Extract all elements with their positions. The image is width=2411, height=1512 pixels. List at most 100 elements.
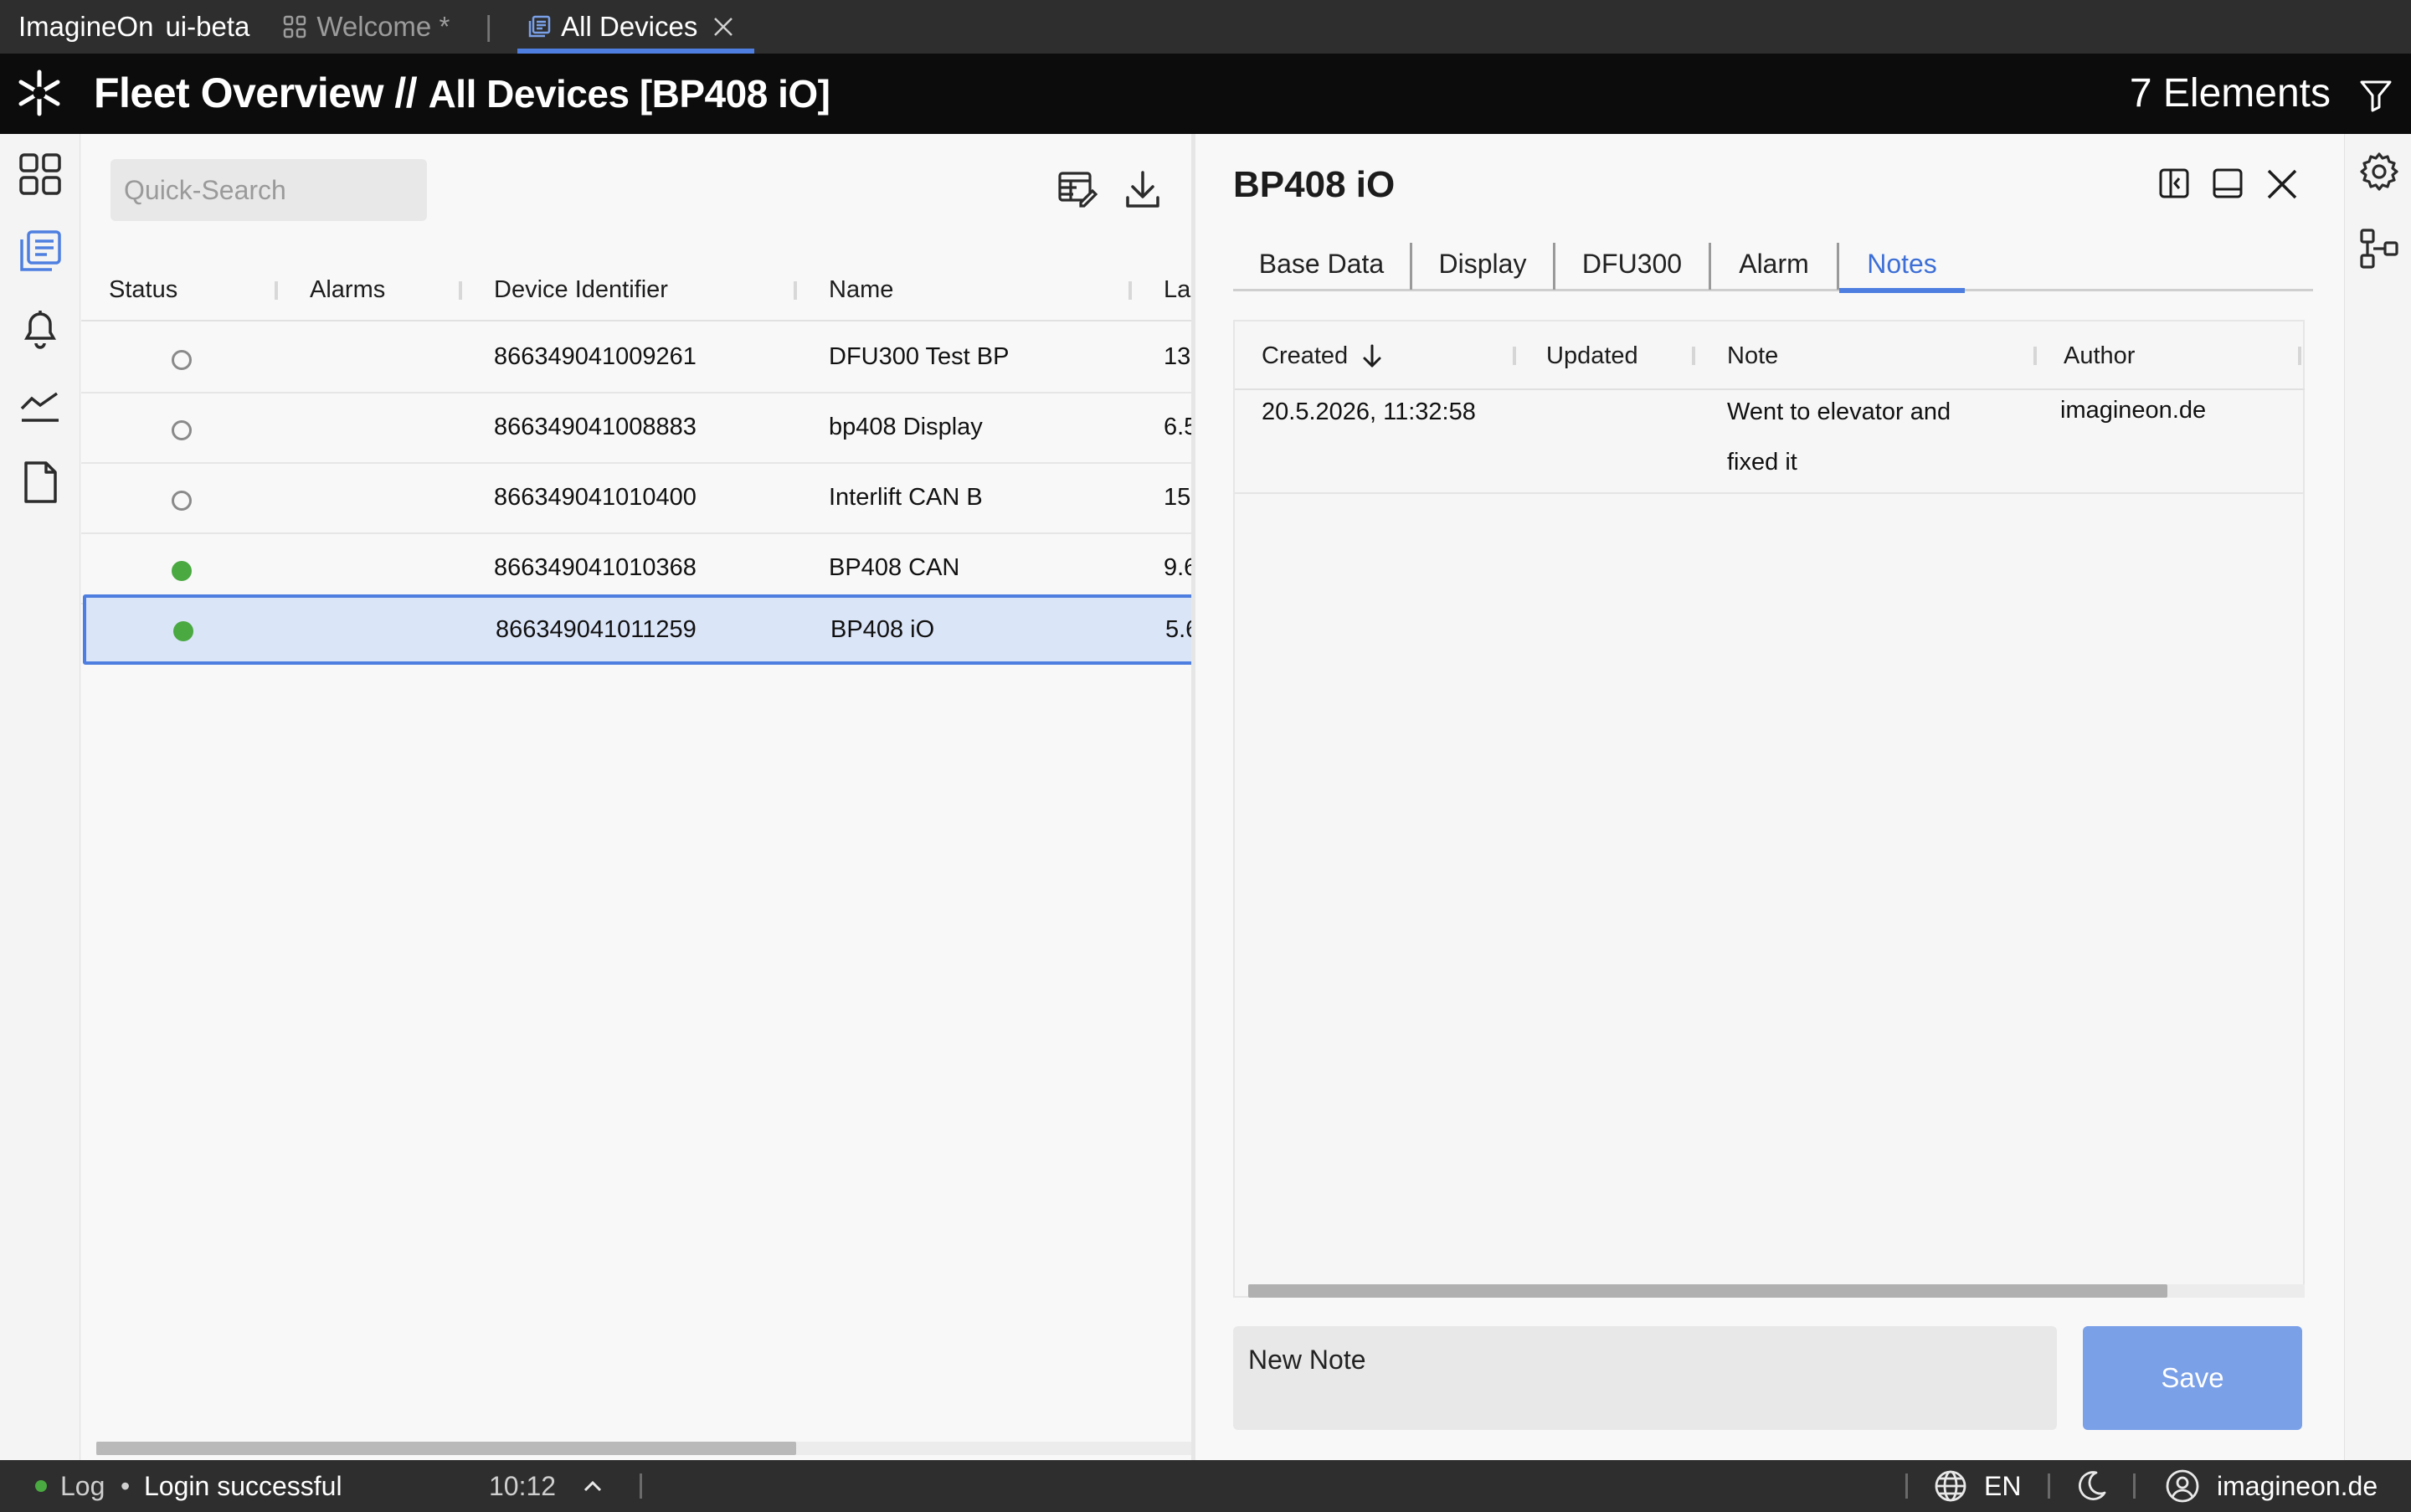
page-title-separator: // (394, 69, 418, 116)
dashboard-icon[interactable] (17, 151, 64, 198)
table-row[interactable]: 866349041009261 DFU300 Test BP 13. (81, 323, 1191, 393)
close-icon[interactable] (2265, 167, 2299, 201)
tab-dfu300[interactable]: DFU300 (1555, 238, 1709, 290)
language-selector[interactable]: EN (1984, 1460, 2021, 1512)
horizontal-scrollbar[interactable] (96, 1442, 1191, 1455)
device-name: BP408 iO (830, 615, 935, 643)
app-name: ImagineOn (18, 11, 154, 42)
status-online-icon (172, 561, 192, 581)
globe-icon[interactable] (1934, 1460, 1967, 1512)
column-resize-handle[interactable] (1692, 347, 1695, 365)
note-text-line1: Went to elevator and (1727, 399, 1951, 425)
right-tool-rail (2344, 134, 2411, 1460)
status-time: 10:12 (489, 1470, 557, 1501)
column-note[interactable]: Note (1727, 321, 1778, 390)
save-button[interactable]: Save (2083, 1326, 2302, 1430)
status-message: Login successful (144, 1470, 342, 1501)
sort-descending-icon[interactable] (1361, 343, 1383, 368)
status-divider (2133, 1473, 2136, 1499)
chevron-up-icon[interactable] (583, 1460, 603, 1512)
table-row[interactable]: 866349041008883 bp408 Display 6.5 (81, 393, 1191, 464)
page-title-sub: All Devices [BP408 iO] (428, 72, 830, 116)
device-last: 13. (1164, 342, 1191, 370)
quick-search-input[interactable] (111, 159, 427, 221)
column-created-label: Created (1262, 342, 1349, 369)
column-author[interactable]: Author (2064, 321, 2135, 390)
tab-all-devices-label: All Devices (561, 11, 698, 42)
table-row-selected[interactable]: 866349041011259 BP408 iO 5.6 (83, 594, 1191, 665)
page-title-main: Fleet Overview (94, 69, 383, 116)
device-name: DFU300 Test BP (829, 342, 1010, 370)
column-resize-handle[interactable] (1513, 347, 1516, 365)
column-resize-handle[interactable] (1128, 281, 1132, 300)
settings-gear-icon[interactable] (2357, 149, 2402, 194)
filter-icon[interactable] (2359, 79, 2393, 112)
status-bar: Log • Login successful 10:12 EN imagineo… (0, 1460, 2411, 1512)
device-table-header: Status Alarms Device Identifier Name La (81, 258, 1191, 321)
note-created: 20.5.2026, 11:32:58 (1262, 399, 1476, 425)
tab-alarm[interactable]: Alarm (1711, 238, 1837, 290)
user-name[interactable]: imagineon.de (2217, 1460, 2378, 1512)
close-icon[interactable] (712, 16, 744, 38)
column-resize-handle[interactable] (459, 281, 462, 300)
tab-divider: | (485, 10, 493, 43)
notes-table-header: Created Updated Note Author (1235, 321, 2305, 390)
grid-icon (284, 15, 306, 39)
column-name[interactable]: Name (829, 258, 893, 321)
status-offline-icon (172, 491, 192, 511)
document-icon[interactable] (17, 459, 64, 506)
tab-notes[interactable]: Notes (1839, 238, 1965, 293)
download-icon[interactable] (1124, 169, 1161, 209)
column-created[interactable]: Created (1262, 321, 1383, 390)
status-divider (640, 1473, 642, 1499)
tab-all-devices[interactable]: All Devices (517, 0, 755, 54)
horizontal-scrollbar[interactable] (1248, 1284, 2305, 1298)
dock-bottom-icon[interactable] (2212, 167, 2244, 199)
tab-base-data[interactable]: Base Data (1233, 238, 1410, 290)
column-resize-handle[interactable] (2033, 347, 2037, 365)
detail-title: BP408 iO (1233, 164, 1396, 205)
device-identifier: 866349041010400 (494, 483, 697, 511)
devices-list-icon (528, 15, 551, 38)
device-name: Interlift CAN B (829, 483, 983, 511)
column-device-identifier[interactable]: Device Identifier (494, 258, 668, 321)
logo-icon (18, 69, 60, 116)
column-resize-handle[interactable] (794, 281, 797, 300)
app-env: ui-beta (165, 11, 250, 42)
dark-mode-moon-icon[interactable] (2074, 1460, 2108, 1512)
column-updated[interactable]: Updated (1546, 321, 1638, 390)
tab-welcome[interactable]: Welcome * (283, 0, 450, 54)
note-author: imagineon.de (2060, 397, 2207, 424)
user-avatar-icon[interactable] (2165, 1460, 2200, 1512)
left-nav-rail (0, 134, 80, 1460)
device-identifier: 866349041008883 (494, 413, 697, 440)
column-status[interactable]: Status (109, 258, 177, 321)
column-last[interactable]: La (1164, 258, 1190, 321)
column-resize-handle[interactable] (2298, 347, 2301, 365)
tab-display[interactable]: Display (1412, 238, 1553, 290)
column-resize-handle[interactable] (275, 281, 278, 300)
page-title: Fleet Overview // All Devices [BP408 iO] (94, 69, 830, 117)
dock-left-icon[interactable] (2158, 167, 2190, 199)
device-last: 15. (1164, 483, 1191, 511)
devices-list-icon[interactable] (17, 228, 64, 275)
device-name: BP408 CAN (829, 553, 960, 581)
analytics-chart-icon[interactable] (17, 382, 64, 429)
device-list-panel: Status Alarms Device Identifier Name La … (81, 134, 1191, 1460)
log-button[interactable]: Log (60, 1460, 105, 1512)
column-alarms[interactable]: Alarms (310, 258, 385, 321)
table-row[interactable]: 866349041010400 Interlift CAN B 15. (81, 464, 1191, 534)
alarms-bell-icon[interactable] (17, 305, 64, 352)
edit-table-icon[interactable] (1057, 169, 1098, 209)
new-note-input[interactable] (1233, 1326, 2057, 1430)
scrollbar-thumb[interactable] (96, 1442, 796, 1455)
hierarchy-icon[interactable] (2357, 226, 2402, 271)
device-last: 9.6 (1164, 553, 1191, 581)
status-offline-icon (172, 420, 192, 440)
table-row[interactable]: 20.5.2026, 11:32:58 Went to elevator and… (1235, 390, 2305, 494)
device-identifier: 866349041010368 (494, 553, 697, 581)
app-brand: ImagineOn ui-beta (0, 11, 249, 43)
status-divider (1905, 1473, 1908, 1499)
scrollbar-thumb[interactable] (1248, 1284, 2167, 1298)
note-text-line2: fixed it (1727, 449, 1797, 476)
